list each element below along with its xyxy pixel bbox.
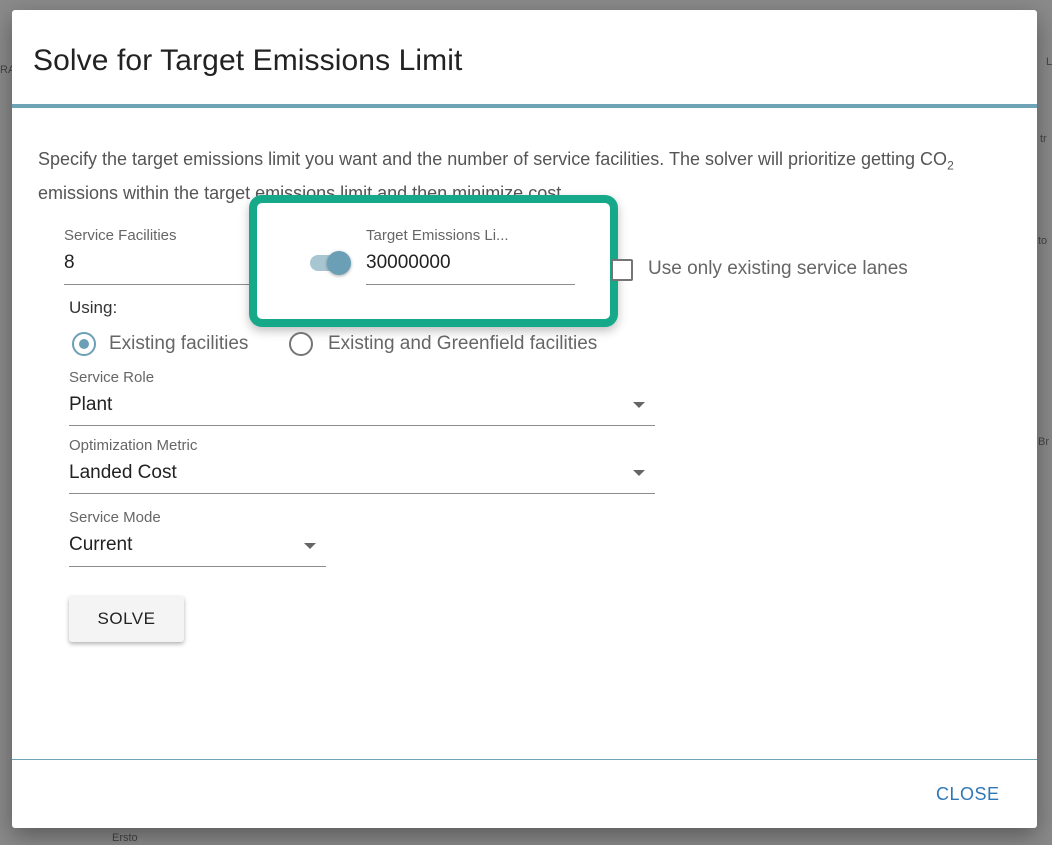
service-mode-select[interactable]: Current [69,534,132,556]
bg-label: to [1038,235,1048,247]
service-role-underline [69,425,655,426]
service-mode-underline [69,566,326,567]
chevron-down-icon[interactable] [304,543,316,549]
radio-greenfield-facilities[interactable] [289,332,313,356]
optimization-metric-underline [69,493,655,494]
radio-greenfield-facilities-label[interactable]: Existing and Greenfield facilities [328,333,597,355]
service-role-label: Service Role [69,369,155,386]
service-mode-label: Service Mode [69,509,161,526]
highlight-box [249,195,618,327]
bg-label: Br [1038,436,1049,448]
description-subscript: 2 [947,158,954,173]
service-facilities-input[interactable]: 8 [64,252,75,274]
footer-divider [12,759,1037,760]
using-label: Using: [69,298,118,317]
bg-label: L [1046,56,1052,68]
radio-existing-facilities-label[interactable]: Existing facilities [109,333,248,355]
bg-label: tr [1040,133,1047,145]
close-button[interactable]: CLOSE [930,780,1002,808]
radio-selected-dot [79,339,89,349]
dialog-title: Solve for Target Emissions Limit [33,44,463,77]
chevron-down-icon[interactable] [633,470,645,476]
service-role-select[interactable]: Plant [69,394,112,416]
solve-button[interactable]: SOLVE [69,596,184,642]
optimization-metric-select[interactable]: Landed Cost [69,462,177,484]
chevron-down-icon[interactable] [633,402,645,408]
existing-lanes-checkbox[interactable] [611,259,633,281]
existing-lanes-label[interactable]: Use only existing service lanes [648,258,908,280]
service-facilities-underline [64,284,250,285]
optimization-metric-label: Optimization Metric [69,437,198,454]
title-divider [12,104,1037,108]
bg-label: Ersto [112,832,138,844]
radio-existing-facilities[interactable] [72,332,96,356]
solve-dialog: Solve for Target Emissions Limit Specify… [12,10,1037,828]
description-text: Specify the target emissions limit you w… [38,149,948,169]
service-facilities-label: Service Facilities [64,227,177,244]
